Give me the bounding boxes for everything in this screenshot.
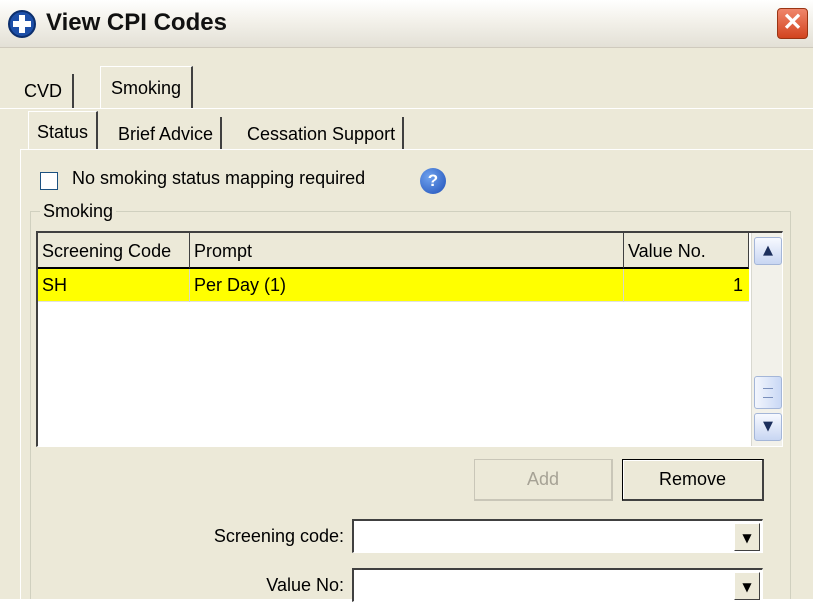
tab-cessation-support[interactable]: Cessation Support <box>240 117 405 151</box>
title-bar[interactable]: View CPI Codes ✕ <box>0 0 813 48</box>
scroll-thumb[interactable] <box>754 376 782 409</box>
column-header-value-no[interactable]: Value No. <box>624 233 749 269</box>
tab-label: Smoking <box>111 78 182 98</box>
no-mapping-label[interactable]: No smoking status mapping required <box>72 168 365 189</box>
tab-smoking[interactable]: Smoking <box>100 66 194 108</box>
cell-screening-code: SH <box>38 269 190 302</box>
tab-brief-advice[interactable]: Brief Advice <box>111 117 223 151</box>
table-row[interactable]: SH Per Day (1) 1 <box>38 269 749 302</box>
smoking-group-label: Smoking <box>40 201 117 222</box>
tab-label: Status <box>37 122 89 142</box>
window-title: View CPI Codes <box>46 9 227 36</box>
add-button[interactable]: Add <box>474 459 613 501</box>
tab-label: Cessation Support <box>247 124 396 144</box>
scroll-up-button[interactable]: ▲ <box>754 237 782 265</box>
column-header-screening-code[interactable]: Screening Code <box>38 233 190 269</box>
chevron-down-icon: ▼ <box>763 419 773 434</box>
smoking-codes-grid[interactable]: Screening Code Prompt Value No. SH Per D… <box>36 231 783 447</box>
no-mapping-checkbox[interactable] <box>40 172 58 190</box>
remove-button[interactable]: Remove <box>622 459 764 501</box>
close-icon: ✕ <box>782 9 803 36</box>
tab-label: Brief Advice <box>118 124 214 144</box>
close-button[interactable]: ✕ <box>777 8 808 39</box>
screening-code-label: Screening code: <box>213 526 344 546</box>
medical-cross-icon <box>8 10 36 38</box>
cell-prompt: Per Day (1) <box>190 269 624 302</box>
tab-cvd[interactable]: CVD <box>14 74 75 108</box>
chevron-down-icon[interactable]: ▼ <box>734 572 760 600</box>
chevron-up-icon: ▲ <box>763 243 773 258</box>
tab-strip-divider <box>0 108 813 109</box>
screening-code-dropdown[interactable]: ▼ <box>352 519 763 553</box>
help-icon[interactable]: ? <box>420 168 446 194</box>
cell-value-no: 1 <box>732 275 743 295</box>
column-header-prompt[interactable]: Prompt <box>190 233 624 269</box>
value-no-label: Value No: <box>266 575 344 595</box>
tab-status[interactable]: Status <box>28 111 99 151</box>
tab-label: CVD <box>24 81 63 101</box>
scroll-down-button[interactable]: ▼ <box>754 413 782 441</box>
value-no-dropdown[interactable]: ▼ <box>352 568 763 602</box>
grid-vertical-scrollbar[interactable]: ▲ ▼ <box>751 233 782 446</box>
chevron-down-icon[interactable]: ▼ <box>734 523 760 551</box>
